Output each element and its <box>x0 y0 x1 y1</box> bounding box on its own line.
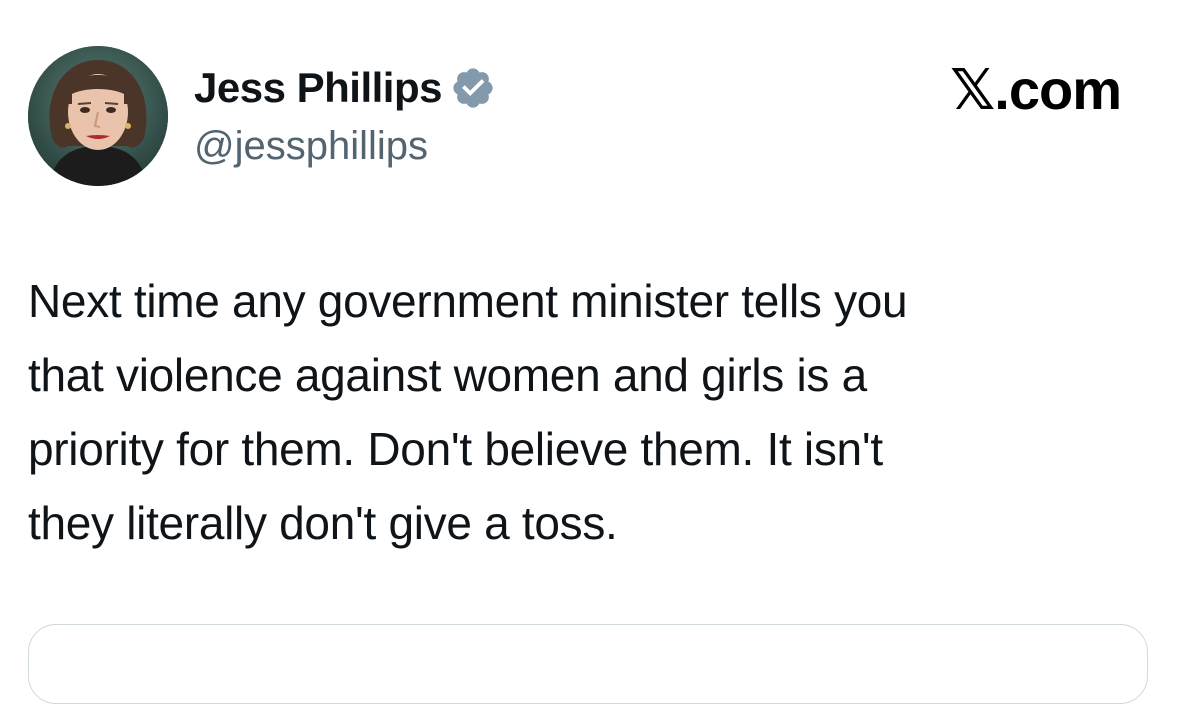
verified-badge-icon <box>453 68 493 108</box>
author-name-row[interactable]: Jess Phillips <box>194 62 496 114</box>
author-display-name[interactable]: Jess Phillips <box>194 62 442 114</box>
tweet-text: Next time any government minister tells … <box>28 264 1148 560</box>
avatar[interactable] <box>28 46 168 186</box>
x-logo-label: 𝕏.com <box>950 58 1122 121</box>
tweet-text-line: Next time any government minister tells … <box>28 275 908 327</box>
profile-photo-icon <box>28 46 168 186</box>
tweet-text-line: priority for them. Don't believe them. I… <box>28 423 883 475</box>
tweet-text-line: that violence against women and girls is… <box>28 349 867 401</box>
tweet-text-line: they literally don't give a toss. <box>28 497 618 549</box>
author-handle[interactable]: @jessphillips <box>194 122 428 170</box>
embedded-card[interactable] <box>28 624 1148 704</box>
